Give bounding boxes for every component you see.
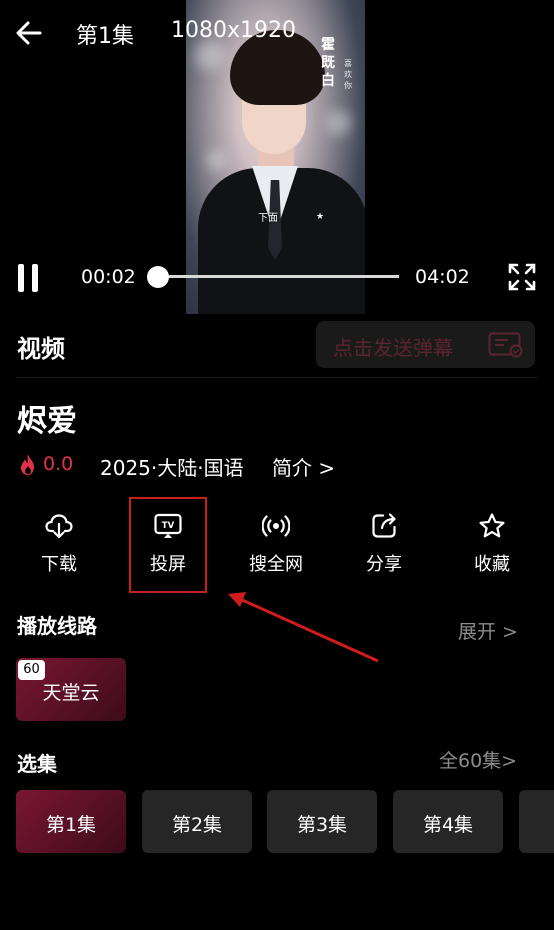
share-icon bbox=[372, 513, 396, 538]
episode-label: 第2集 bbox=[171, 814, 223, 836]
favorite-label: 收藏 bbox=[474, 554, 510, 575]
share-button[interactable]: 分享 bbox=[344, 512, 424, 592]
intro-link[interactable]: 简介 > bbox=[272, 452, 335, 481]
source-name: 天堂云 bbox=[42, 682, 100, 704]
expand-link[interactable]: 展开 > bbox=[458, 617, 518, 644]
back-arrow-icon bbox=[16, 21, 42, 45]
episode-section-title: 选集 bbox=[17, 752, 57, 776]
episode-title: 第1集 bbox=[76, 24, 134, 49]
all-episodes-link[interactable]: 全60集> bbox=[439, 746, 517, 773]
episode-item[interactable]: 第4集 bbox=[393, 790, 503, 853]
fullscreen-button[interactable] bbox=[507, 262, 537, 292]
back-button[interactable] bbox=[14, 18, 44, 48]
tab-video[interactable]: 视频 bbox=[17, 329, 65, 364]
player-top-bar: 第1集 1080x1920 bbox=[0, 0, 554, 64]
episode-list: 第1集 第2集 第3集 第4集 bbox=[16, 790, 554, 854]
danmaku-settings-icon[interactable] bbox=[488, 332, 524, 358]
resolution-label: 1080x1920 bbox=[171, 18, 296, 43]
episode-item-partial[interactable] bbox=[519, 790, 554, 853]
player-controls: 00:02 04:02 bbox=[0, 254, 554, 300]
star-icon bbox=[479, 513, 505, 538]
source-badge: 60 bbox=[18, 660, 45, 680]
show-meta: 2025·大陆·国语 bbox=[100, 456, 244, 480]
seek-handle[interactable] bbox=[147, 266, 170, 288]
danmaku-input[interactable]: 点击发送弹幕 bbox=[316, 321, 535, 368]
pause-icon bbox=[18, 264, 24, 292]
current-time: 00:02 bbox=[81, 266, 136, 288]
download-label: 下载 bbox=[41, 554, 77, 575]
danmaku-placeholder: 点击发送弹幕 bbox=[333, 336, 453, 360]
episode-label: 第3集 bbox=[296, 814, 348, 836]
show-title: 烬爱 bbox=[17, 404, 77, 439]
download-button[interactable]: 下载 bbox=[19, 512, 99, 592]
highlight-annotation-box bbox=[129, 497, 207, 593]
heat-score-value: 0.0 bbox=[43, 453, 74, 475]
episode-item[interactable]: 第2集 bbox=[142, 790, 252, 853]
source-section-title: 播放线路 bbox=[17, 614, 97, 638]
video-subtitle: 下面 bbox=[258, 213, 278, 224]
annotation-arrow bbox=[228, 592, 379, 663]
episode-label: 第4集 bbox=[422, 814, 474, 836]
episode-label: 第1集 bbox=[45, 814, 97, 836]
broadcast-icon bbox=[262, 515, 290, 537]
seek-bar[interactable] bbox=[156, 275, 399, 278]
total-time: 04:02 bbox=[415, 266, 470, 288]
episode-item[interactable]: 第1集 bbox=[16, 790, 126, 853]
search-web-button[interactable]: 搜全网 bbox=[236, 512, 316, 592]
video-player[interactable]: 霍既白 喜欢你 下面 ★ 第1集 1080x1920 00:02 04:02 bbox=[0, 0, 554, 314]
search-web-label: 搜全网 bbox=[249, 554, 303, 575]
favorite-button[interactable]: 收藏 bbox=[452, 512, 532, 592]
source-item[interactable]: 60 天堂云 bbox=[16, 658, 126, 721]
pause-button[interactable] bbox=[18, 264, 40, 292]
divider bbox=[16, 377, 538, 378]
episode-item[interactable]: 第3集 bbox=[267, 790, 377, 853]
share-label: 分享 bbox=[366, 554, 402, 575]
video-star-mark: ★ bbox=[316, 212, 325, 222]
fullscreen-icon bbox=[508, 263, 536, 291]
download-icon bbox=[45, 514, 73, 539]
flame-icon bbox=[21, 454, 34, 475]
